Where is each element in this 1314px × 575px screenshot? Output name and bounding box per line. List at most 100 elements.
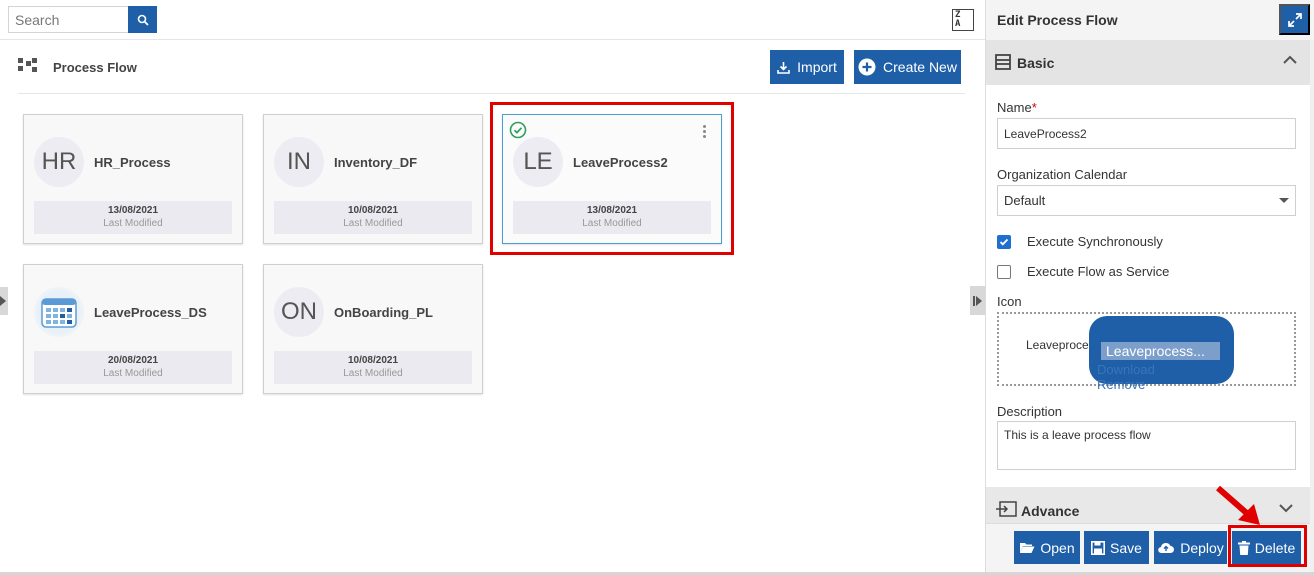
search-input[interactable] (8, 6, 128, 33)
search-box (8, 6, 157, 33)
folder-open-icon (1020, 543, 1035, 553)
process-card[interactable]: ON OnBoarding_PL 10/08/2021 Last Modifie… (263, 264, 483, 394)
description-field[interactable]: This is a leave process flow (997, 421, 1296, 470)
search-icon (137, 14, 149, 26)
card-date: 13/08/2021 (107, 205, 159, 216)
advance-section-title: Advance (1021, 503, 1080, 519)
deploy-button[interactable]: Deploy (1154, 531, 1227, 564)
calendar-select-value: Default (1004, 193, 1046, 208)
save-icon (1091, 540, 1106, 555)
sort-za-icon[interactable]: ZA (952, 9, 974, 31)
card-avatar: IN (274, 137, 324, 187)
card-date: 13/08/2021 (586, 205, 638, 216)
open-label: Open (1040, 539, 1075, 556)
panel-scrollbar[interactable] (1310, 40, 1314, 572)
card-avatar (34, 287, 84, 337)
process-card[interactable]: LeaveProcess_DS 20/08/2021 Last Modified (23, 264, 243, 394)
icon-tooltip-text: Leaveprocess... (1101, 342, 1220, 360)
card-footer: 10/08/2021 Last Modified (274, 201, 472, 234)
delete-label: Delete (1254, 539, 1296, 556)
cloud-upload-icon (1158, 542, 1175, 554)
top-bar: ZA (0, 0, 985, 40)
save-button[interactable]: Save (1084, 531, 1149, 564)
create-new-button[interactable]: Create New (854, 50, 961, 84)
icon-upload-box[interactable]: Leaveproce Leaveprocess... Download Remo… (997, 312, 1296, 392)
description-label: Description (997, 404, 1063, 419)
name-label: Name* (997, 100, 1037, 115)
check-circle-icon (509, 121, 527, 139)
panel-toggle-icon (973, 295, 982, 306)
card-name: Inventory_DF (334, 155, 418, 170)
action-bar: Open Save Deploy Delete (986, 523, 1310, 572)
edit-panel: Edit Process Flow Basic Name* Organizati… (985, 0, 1314, 572)
search-button[interactable] (128, 6, 157, 33)
required-marker: * (1031, 100, 1037, 115)
download-link[interactable]: Download (1097, 362, 1155, 377)
card-date: 20/08/2021 (107, 355, 159, 366)
expand-icon (1287, 12, 1302, 27)
card-modified-label: Last Modified (582, 218, 642, 229)
exec-service-checkbox[interactable] (997, 265, 1011, 279)
calendar-label: Organization Calendar (997, 167, 1128, 182)
card-date: 10/08/2021 (347, 205, 399, 216)
card-name: LeaveProcess2 (573, 155, 668, 170)
name-field[interactable] (997, 118, 1296, 149)
exec-service-label: Execute Flow as Service (1027, 264, 1170, 279)
plus-circle-icon (858, 58, 876, 76)
card-footer: 13/08/2021 Last Modified (513, 201, 711, 234)
icon-filename: Leaveproce (1026, 338, 1089, 352)
card-name: LeaveProcess_DS (94, 305, 207, 320)
card-date: 10/08/2021 (347, 355, 399, 366)
more-options-icon[interactable] (703, 125, 707, 140)
process-card-selected[interactable]: LE LeaveProcess2 13/08/2021 Last Modifie… (502, 114, 722, 244)
icon-label: Icon (997, 294, 1022, 309)
download-icon (777, 61, 790, 74)
card-avatar: LE (513, 137, 563, 187)
import-button[interactable]: Import (770, 50, 844, 84)
card-avatar: HR (34, 137, 84, 187)
trash-icon (1237, 540, 1250, 555)
calendar-grid-icon (37, 290, 81, 334)
card-modified-label: Last Modified (103, 368, 163, 379)
deploy-label: Deploy (1180, 539, 1224, 556)
main-area: ZA Process Flow Import Create New HR HR_… (0, 0, 985, 572)
icon-tooltip: Leaveprocess... Download Remove (1089, 316, 1234, 392)
expand-button[interactable] (1279, 4, 1310, 35)
create-new-label: Create New (883, 59, 957, 75)
basic-form: Name* Organization Calendar Default Exec… (986, 85, 1310, 487)
chevron-down-icon[interactable] (1278, 502, 1294, 514)
card-modified-label: Last Modified (343, 218, 403, 229)
panel-header: Edit Process Flow (986, 0, 1314, 40)
card-footer: 20/08/2021 Last Modified (34, 351, 232, 384)
open-button[interactable]: Open (1014, 531, 1080, 564)
chevron-down-icon (1279, 198, 1289, 203)
card-name: HR_Process (94, 155, 171, 170)
checkmark-icon (999, 238, 1009, 246)
divider (18, 93, 965, 94)
advance-icon (996, 501, 1017, 517)
card-modified-label: Last Modified (343, 368, 403, 379)
remove-link[interactable]: Remove (1097, 377, 1145, 392)
right-collapse-handle[interactable] (970, 286, 985, 315)
save-label: Save (1110, 539, 1142, 556)
basic-section-title: Basic (1017, 55, 1055, 71)
card-avatar: ON (274, 287, 324, 337)
icon-actions: Download Remove (1097, 362, 1234, 392)
card-modified-label: Last Modified (103, 218, 163, 229)
process-card[interactable]: IN Inventory_DF 10/08/2021 Last Modified (263, 114, 483, 244)
exec-sync-label: Execute Synchronously (1027, 234, 1163, 249)
calendar-select[interactable]: Default (997, 185, 1296, 216)
card-name: OnBoarding_PL (334, 305, 433, 320)
page-title: Process Flow (53, 60, 137, 75)
chevron-up-icon[interactable] (1282, 54, 1298, 66)
advance-section-header[interactable]: Advance (986, 487, 1310, 523)
process-flow-icon (18, 58, 37, 72)
delete-button[interactable]: Delete (1232, 531, 1301, 564)
card-footer: 13/08/2021 Last Modified (34, 201, 232, 234)
exec-sync-checkbox[interactable] (997, 235, 1011, 249)
process-card[interactable]: HR HR_Process 13/08/2021 Last Modified (23, 114, 243, 244)
caret-right-icon (0, 296, 6, 306)
card-footer: 10/08/2021 Last Modified (274, 351, 472, 384)
form-icon (995, 54, 1011, 70)
basic-section-header[interactable]: Basic (986, 40, 1310, 85)
